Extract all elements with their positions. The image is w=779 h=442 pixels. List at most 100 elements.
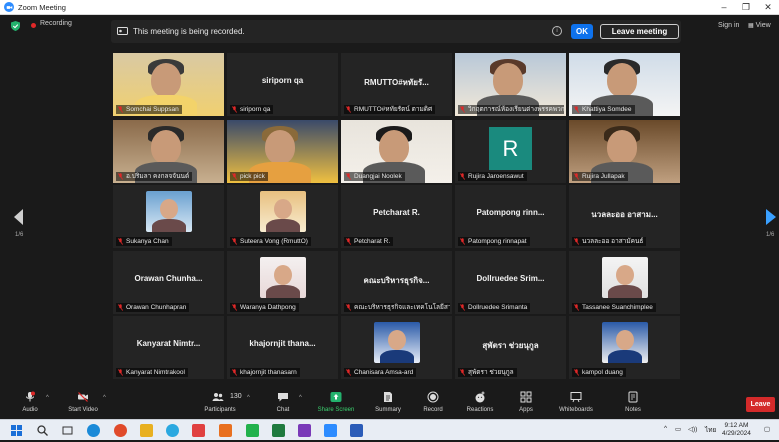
next-page-arrow-icon[interactable]	[766, 209, 776, 225]
muted-mic-icon	[118, 106, 123, 113]
summary-button[interactable]: Summary	[370, 391, 406, 418]
participant-display-name: สุพัตรา ช่วยนุกูล	[482, 341, 539, 350]
info-icon[interactable]: i	[552, 26, 562, 36]
participant-profile-picture	[260, 191, 306, 232]
participant-tile[interactable]: Kanyarat Nimtr... Kanyarat Nimtrakool	[113, 316, 224, 379]
participant-tile[interactable]: kampol duang	[569, 316, 680, 379]
participant-tile[interactable]: Sukanya Chan	[113, 185, 224, 248]
participant-tile[interactable]: Waranya Dathpong	[227, 251, 338, 314]
participant-tile[interactable]: Tassanee Suanchimplee	[569, 251, 680, 314]
muted-mic-icon	[346, 173, 351, 180]
participants-options-caret-icon[interactable]: ^	[247, 395, 250, 401]
participant-tile[interactable]: Duangjai Noolek	[341, 120, 452, 183]
participant-name: RMUTTO#หทัยรัตน์ ตามดิศ	[354, 106, 433, 113]
participant-tile[interactable]: Somchai Suppsan	[113, 53, 224, 116]
participant-name-tag: Rujira Jaroensawut	[458, 172, 527, 181]
speaker-icon[interactable]: ◁))	[688, 425, 697, 433]
powerpoint-icon[interactable]	[219, 424, 232, 437]
share-screen-label: Share Screen	[317, 407, 355, 413]
recording-label[interactable]: Recording	[40, 20, 72, 27]
chat-button[interactable]: Chat	[270, 391, 296, 418]
participant-tile[interactable]: วิกฤตการณ์ห้องเรียนต่างพรรคพวกออนไลน์	[455, 53, 566, 116]
word-icon[interactable]	[350, 424, 363, 437]
participant-tile[interactable]: Dollruedee Srim... Dollruedee Srimanta	[455, 251, 566, 314]
participant-name: Chanisara Amsa-ard	[354, 369, 414, 376]
search-icon[interactable]	[36, 424, 49, 437]
participant-silhouette	[493, 63, 523, 97]
minimize-icon[interactable]: –	[713, 0, 735, 15]
participant-tile[interactable]: Chanisara Amsa-ard	[341, 316, 452, 379]
participant-tile[interactable]: นวลละออ อาสาม... นวลละออ อาสามัคนธ์	[569, 185, 680, 248]
chrome-icon[interactable]	[166, 424, 179, 437]
leave-meeting-button[interactable]: Leave meeting	[600, 24, 679, 39]
participant-name-tag: วิกฤตการณ์ห้องเรียนต่างพรรคพวกออนไลน์	[458, 105, 564, 114]
participant-name-tag: Khattiya Somdee	[572, 105, 635, 114]
participant-tile[interactable]: Patompong rinn... Patompong rinnapat	[455, 185, 566, 248]
participant-silhouette	[379, 130, 409, 164]
audio-button[interactable]: Audio	[16, 391, 44, 418]
apps-button[interactable]: Apps	[513, 391, 539, 418]
start-video-button[interactable]: Start Video	[64, 391, 102, 418]
leave-button[interactable]: Leave	[746, 397, 775, 412]
audio-label: Audio	[22, 407, 38, 413]
maximize-icon[interactable]: ❐	[735, 0, 757, 15]
audio-options-caret-icon[interactable]: ^	[46, 395, 49, 401]
participant-tile[interactable]: siriporn qa siriporn qa	[227, 53, 338, 116]
participant-name-tag: Patompong rinnapat	[458, 237, 530, 246]
notes-label: Notes	[625, 407, 641, 413]
close-icon[interactable]: ✕	[757, 0, 779, 15]
edge-icon[interactable]	[87, 424, 100, 437]
whiteboards-button[interactable]: Whiteboards	[555, 391, 597, 418]
participant-tile[interactable]: khajornjit thana... khajornjit thanasarn	[227, 316, 338, 379]
participant-name: Sukanya Chan	[126, 238, 169, 245]
notes-button[interactable]: Notes	[620, 391, 646, 418]
participant-tile[interactable]: pick pick	[227, 120, 338, 183]
view-button[interactable]: ▦ View	[748, 22, 771, 29]
chrome-icon[interactable]	[114, 424, 127, 437]
recording-notice-icon	[117, 27, 128, 35]
show-hidden-icons-caret-icon[interactable]: ^	[664, 425, 667, 432]
zoom-icon[interactable]	[324, 424, 337, 437]
participant-tile[interactable]: R Rujira Jaroensawut	[455, 120, 566, 183]
notifications-icon[interactable]: ▢	[764, 425, 770, 433]
onenote-icon[interactable]	[298, 424, 311, 437]
line-icon[interactable]	[246, 424, 259, 437]
participant-tile[interactable]: อ.ปริมลา คงกลจจันนด์	[113, 120, 224, 183]
ok-button[interactable]: OK	[571, 24, 593, 39]
shield-icon[interactable]	[11, 21, 20, 31]
network-icon[interactable]: ▭	[675, 425, 681, 433]
chat-options-caret-icon[interactable]: ^	[299, 395, 302, 401]
taskbar-clock[interactable]: 9:12 AM 4/29/2024	[722, 422, 751, 438]
avatar-shoulders	[152, 219, 186, 232]
participant-tile[interactable]: สุพัตรา ช่วยนุกูล สุพัตรา ช่วยนุกูล	[455, 316, 566, 379]
previous-page-arrow-icon[interactable]	[14, 209, 24, 225]
reactions-button[interactable]: Reactions	[462, 391, 498, 418]
participant-silhouette	[607, 130, 637, 164]
share-screen-button[interactable]: Share Screen	[315, 391, 357, 418]
participant-tile[interactable]: RMUTTO#หทัยรั... RMUTTO#หทัยรัตน์ ตามดิศ	[341, 53, 452, 116]
participant-tile[interactable]: คณะบริหารธุรกิจ... คณะบริหารธุรกิจและเทคโ…	[341, 251, 452, 314]
participant-name: siriporn qa	[240, 106, 271, 113]
participant-tile[interactable]: Rujira Jullapak	[569, 120, 680, 183]
vivaldi-icon[interactable]	[192, 424, 205, 437]
windows-icon[interactable]	[10, 424, 23, 437]
excel-icon[interactable]	[272, 424, 285, 437]
muted-mic-icon	[460, 106, 465, 113]
participant-tile[interactable]: Khattiya Somdee	[569, 53, 680, 116]
video-options-caret-icon[interactable]: ^	[103, 395, 106, 401]
task-view-icon[interactable]	[61, 424, 74, 437]
participant-tile[interactable]: Petcharat R. Petcharat R.	[341, 185, 452, 248]
sign-in-button[interactable]: Sign in	[718, 22, 739, 29]
explorer-icon[interactable]	[140, 424, 153, 437]
participant-display-name: Kanyarat Nimtr...	[136, 339, 201, 348]
muted-mic-icon	[232, 304, 237, 311]
input-language[interactable]: ไทย	[705, 425, 716, 435]
muted-mic-icon	[574, 304, 579, 311]
participant-tile[interactable]: Orawan Chunha... Orawan Chunhapran	[113, 251, 224, 314]
participant-name: Waranya Dathpong	[240, 304, 296, 311]
record-button[interactable]: Record	[418, 391, 448, 418]
participant-name: Suteera Vong (RmuttO)	[240, 238, 308, 245]
whiteboards-label: Whiteboards	[559, 407, 593, 413]
record-label: Record	[423, 407, 443, 413]
participant-tile[interactable]: Suteera Vong (RmuttO)	[227, 185, 338, 248]
